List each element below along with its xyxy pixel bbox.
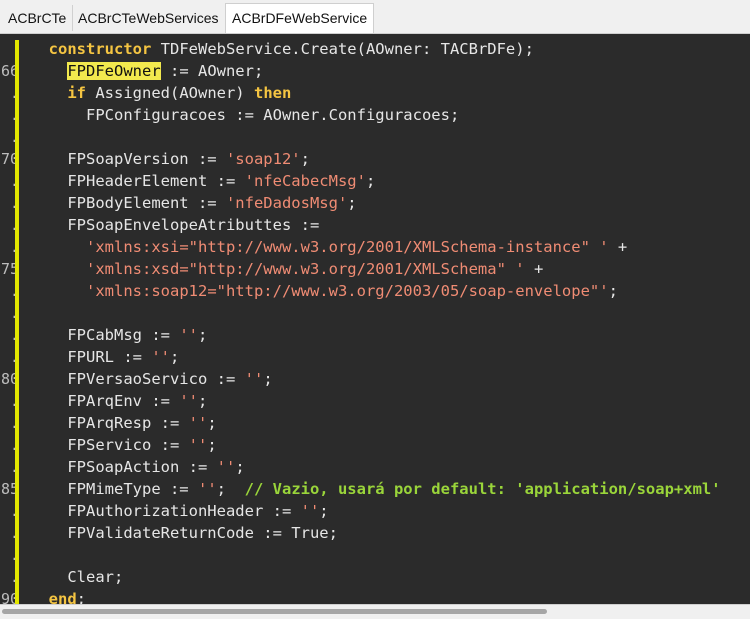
code-line: 'xmlns:xsi="http://www.w3.org/2001/XMLSc…: [86, 238, 628, 256]
tab-acbrctewebservices[interactable]: ACBrCTeWebServices: [72, 5, 226, 31]
code-line: FPMimeType := ''; // Vazio, usará por de…: [67, 480, 721, 498]
code-line: FPHeaderElement := 'nfeCabecMsg';: [67, 172, 376, 190]
code-line: FPServico := '';: [67, 436, 217, 454]
code-line: FPAuthorizationHeader := '';: [67, 502, 329, 520]
code-line: end;: [48, 590, 87, 604]
code-line: 'xmlns:xsd="http://www.w3.org/2001/XMLSc…: [86, 260, 544, 278]
code-line: FPBodyElement := 'nfeDadosMsg';: [67, 194, 357, 212]
code-line: FPSoapAction := '';: [67, 458, 245, 476]
code-line: if Assigned(AOwner) then: [67, 84, 292, 102]
code-line: FPValidateReturnCode := True;: [67, 524, 338, 542]
code-line: FPDFeOwner := AOwner;: [67, 62, 264, 80]
editor-tab-bar: ACBrCTe ACBrCTeWebServices ACBrDFeWebSer…: [0, 0, 750, 34]
code-line: FPVersaoServico := '';: [67, 370, 273, 388]
tab-acbrdfewebservice[interactable]: ACBrDFeWebService: [225, 3, 375, 33]
code-line: FPSoapEnvelopeAtributtes :=: [67, 216, 320, 234]
code-editor[interactable]: 66 . . . 70 . . . . 75 . . . . 80 . . . …: [0, 34, 750, 604]
modified-lines-marker: [15, 40, 19, 604]
code-line: FPArqResp := '';: [67, 414, 217, 432]
selected-identifier[interactable]: FPDFeOwner: [67, 62, 161, 80]
code-line: FPArqEnv := '';: [67, 392, 208, 410]
code-line: FPCabMsg := '';: [67, 326, 208, 344]
code-line: Clear;: [67, 568, 124, 586]
tab-acbrcte[interactable]: ACBrCTe: [2, 5, 74, 31]
code-line: FPSoapVersion := 'soap12';: [67, 150, 310, 168]
scrollbar-thumb[interactable]: [2, 609, 547, 614]
code-line: FPURL := '';: [67, 348, 180, 366]
code-comment: // Vazio, usará por default: 'applicatio…: [244, 480, 721, 498]
code-line: constructor TDFeWebService.Create(AOwner…: [48, 40, 534, 58]
code-lines: constructor TDFeWebService.Create(AOwner…: [30, 38, 750, 604]
horizontal-scrollbar[interactable]: [0, 604, 750, 619]
code-line: 'xmlns:soap12="http://www.w3.org/2003/05…: [86, 282, 618, 300]
code-line: FPConfiguracoes := AOwner.Configuracoes;: [86, 106, 460, 124]
